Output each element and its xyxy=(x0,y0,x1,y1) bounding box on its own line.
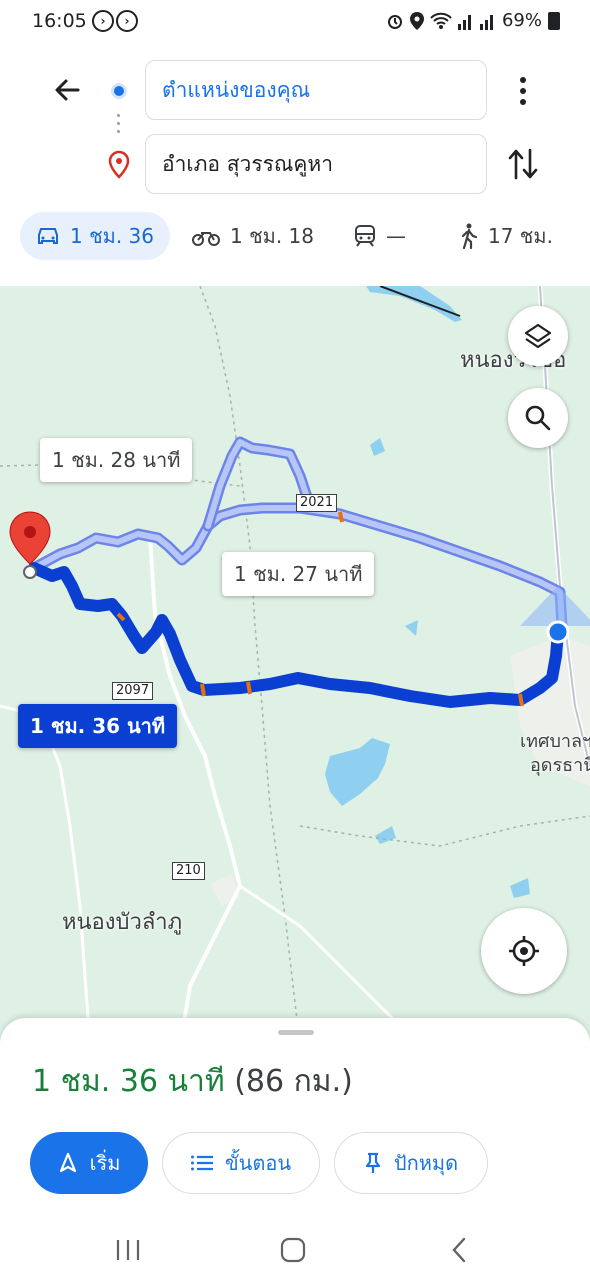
home-icon xyxy=(280,1237,306,1263)
road-shield: 2097 xyxy=(112,682,154,700)
layers-icon xyxy=(524,323,552,349)
train-icon xyxy=(355,225,375,247)
travel-mode-tabs: 1 ชม. 36 1 ชม. 18 — 17 ชม. xyxy=(0,212,590,268)
my-location-button[interactable] xyxy=(481,908,567,994)
motorbike-icon xyxy=(192,232,220,246)
destination-field[interactable]: อำเภอ สุวรรณคูหา xyxy=(145,134,487,194)
mode-walk-label: 17 ชม. xyxy=(488,224,553,248)
steps-button[interactable]: ขั้นตอน xyxy=(162,1132,320,1194)
swap-icon[interactable] xyxy=(504,144,542,184)
mode-walk-tab[interactable]: 17 ชม. xyxy=(458,212,553,260)
media-icon: › xyxy=(116,10,138,32)
my-location-icon xyxy=(509,936,539,966)
back-button[interactable] xyxy=(434,1228,484,1272)
navigation-arrow-icon xyxy=(59,1152,76,1173)
mode-car-label: 1 ชม. 36 xyxy=(70,224,155,248)
water-body xyxy=(375,826,396,844)
water-body xyxy=(370,438,385,456)
system-nav-bar xyxy=(0,1218,590,1280)
status-time: 16:05 xyxy=(32,10,87,32)
urban-area xyxy=(210,874,240,906)
route-connector-dots xyxy=(117,114,120,138)
route-actions: เริ่ม ขั้นตอน ปักหมุด xyxy=(30,1132,570,1194)
route-duration: 1 ชม. 36 นาที xyxy=(32,1064,225,1099)
alarm-icon xyxy=(387,14,402,29)
place-label-city-2: อุดรธานี xyxy=(530,755,590,776)
layers-button[interactable] xyxy=(508,306,568,366)
battery-icon xyxy=(548,11,560,30)
route-distance: (86 กม.) xyxy=(234,1064,353,1099)
battery-percent: 69% xyxy=(501,10,542,31)
back-arrow-icon[interactable] xyxy=(48,70,88,110)
water-body xyxy=(366,286,462,322)
destination-pin-icon xyxy=(108,150,130,179)
pin-button-label: ปักหมุด xyxy=(393,1151,459,1175)
map-view[interactable]: หนองวัวซอ เทศบาลฯ อุดรธานี หนองบัวลำภู 2… xyxy=(0,286,590,1046)
alt-route-callout-1[interactable]: 1 ชม. 28 นาที xyxy=(40,438,193,482)
water-body xyxy=(325,738,390,806)
walk-icon xyxy=(461,223,478,249)
search-icon xyxy=(525,405,551,431)
mode-car-tab[interactable]: 1 ชม. 36 xyxy=(20,212,171,260)
current-location-dot xyxy=(546,620,570,644)
media-icon: › xyxy=(92,10,114,32)
steps-button-label: ขั้นตอน xyxy=(224,1151,291,1175)
pin-button[interactable]: ปักหมุด xyxy=(334,1132,488,1194)
status-right-icons: 69% xyxy=(386,10,560,31)
mode-motorbike-tab[interactable]: 1 ชม. 18 xyxy=(192,212,314,260)
mode-transit-tab[interactable]: — xyxy=(354,212,406,260)
alt-route-callout-2[interactable]: 1 ชม. 27 นาที xyxy=(222,552,375,596)
signal-icon xyxy=(479,14,493,30)
more-options-icon[interactable] xyxy=(508,72,538,110)
directions-header: ตำแหน่งของคุณ อำเภอ สุวรรณคูหา 1 ชม. 36 … xyxy=(0,46,590,286)
origin-dot-icon xyxy=(111,83,127,99)
home-button[interactable] xyxy=(268,1228,318,1272)
recent-apps-button[interactable] xyxy=(103,1228,153,1272)
list-icon xyxy=(190,1155,213,1171)
origin-field[interactable]: ตำแหน่งของคุณ xyxy=(145,60,487,120)
water-body xyxy=(510,878,530,898)
road-shield: 210 xyxy=(172,862,205,880)
wifi-icon xyxy=(430,12,452,29)
start-button-label: เริ่ม xyxy=(89,1151,121,1175)
water-body xyxy=(405,620,418,636)
start-button[interactable]: เริ่ม xyxy=(30,1132,148,1194)
sheet-drag-handle[interactable] xyxy=(278,1030,314,1035)
status-left-icons: › › xyxy=(92,10,138,32)
status-bar: 16:05 › › 69% xyxy=(0,0,590,46)
search-button[interactable] xyxy=(508,388,568,448)
route-summary: 1 ชม. 36 นาที (86 กม.) xyxy=(32,1058,353,1105)
pin-icon xyxy=(365,1152,381,1173)
location-icon xyxy=(409,11,424,30)
recent-apps-icon xyxy=(116,1240,140,1260)
selected-route-callout[interactable]: 1 ชม. 36 นาที xyxy=(18,704,178,748)
place-label-bottom-left: หนองบัวลำภู xyxy=(62,910,183,935)
road-shield: 2021 xyxy=(296,494,338,512)
mode-motorbike-label: 1 ชม. 18 xyxy=(230,224,315,248)
signal-icon xyxy=(457,14,471,30)
back-chevron-icon xyxy=(452,1237,466,1263)
mode-transit-label: — xyxy=(386,224,406,248)
car-icon xyxy=(38,228,58,244)
